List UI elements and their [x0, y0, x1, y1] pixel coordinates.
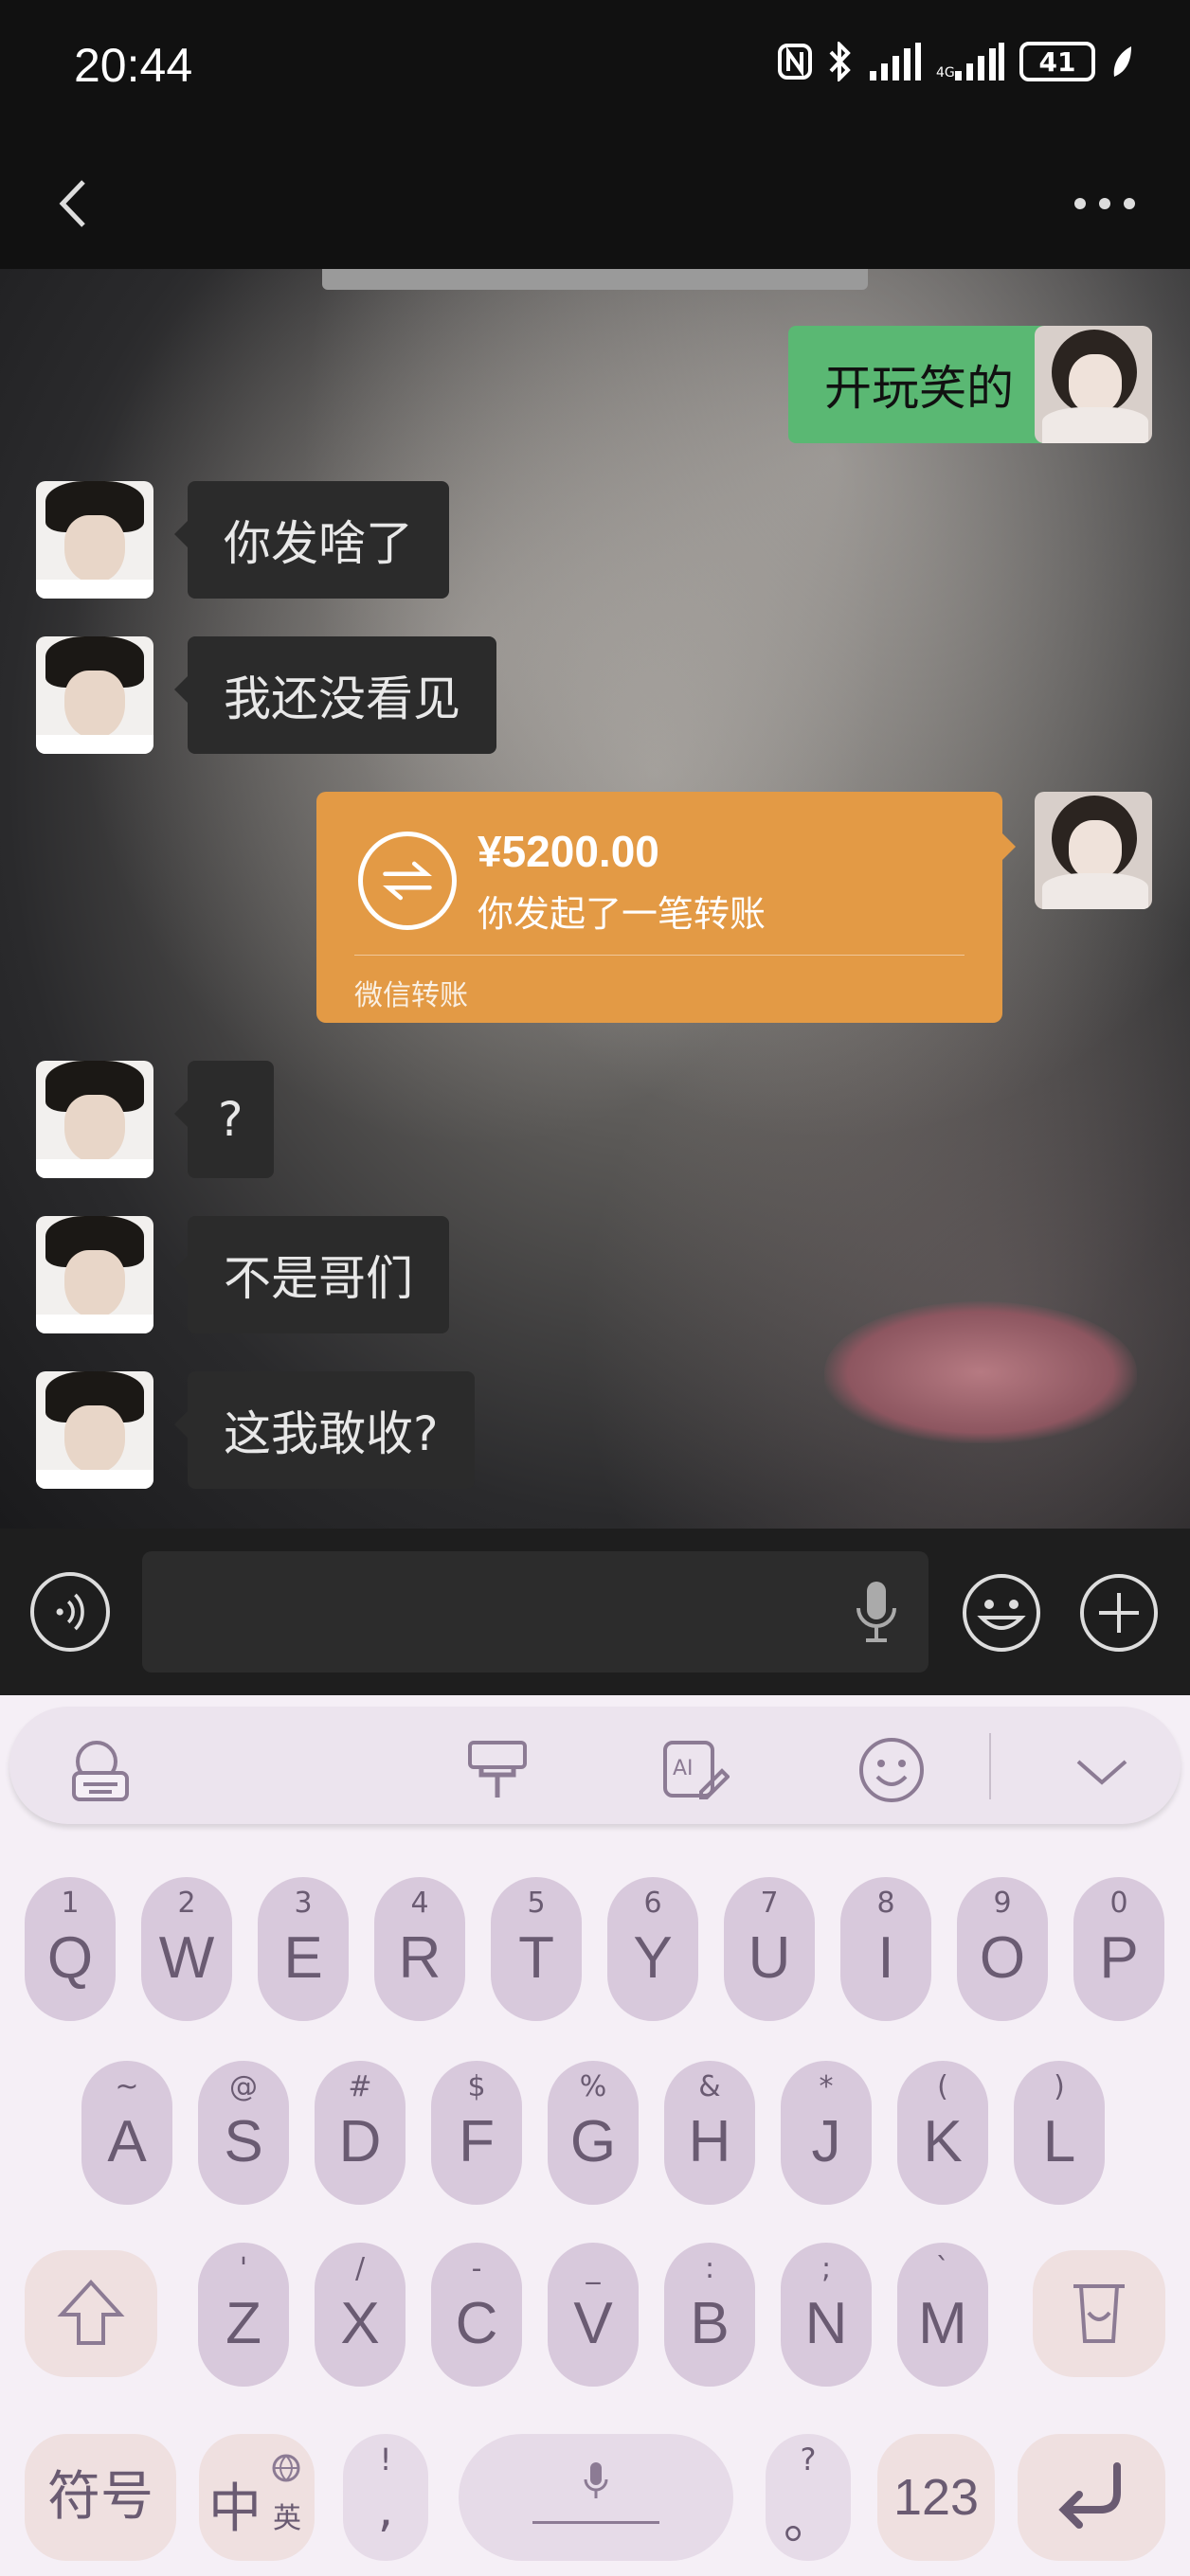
space-key[interactable]	[459, 2434, 733, 2561]
space-bar-line	[532, 2521, 659, 2524]
keyboard-toolbar: AI	[9, 1707, 1181, 1824]
keyboard: AI 1Q 2W 3E 4R 5T 6Y 7U 8I 9O 0P ~ A @ S #…	[0, 1695, 1190, 2576]
key-e[interactable]: 3E	[258, 1877, 349, 2021]
key-l[interactable]: ) L	[1014, 2061, 1105, 2205]
divider	[354, 955, 965, 956]
voice-icon[interactable]	[30, 1572, 110, 1652]
key-j[interactable]: * J	[781, 2061, 872, 2205]
toolbar-divider	[989, 1733, 991, 1799]
chat-area[interactable]: 开玩笑的 你发啥了 我还没看见 ¥5200.00 你发起了一笔转账 微信转账 ?…	[0, 269, 1190, 1529]
transfer-description: 你发起了一笔转账	[478, 893, 766, 935]
message-bubble-in[interactable]: 我还没看见	[174, 636, 496, 754]
key-q[interactable]: 1Q	[25, 1877, 116, 2021]
key-x[interactable]: / X	[315, 2243, 406, 2387]
status-bar: 20:44 4G 41	[0, 0, 1190, 142]
plus-icon[interactable]	[1078, 1572, 1160, 1654]
signal-icon: 4G	[936, 43, 1004, 80]
transfer-card[interactable]: ¥5200.00 你发起了一笔转账 微信转账	[316, 792, 1016, 1023]
keyboard-globe-icon[interactable]	[64, 1735, 135, 1805]
key-t[interactable]: 5T	[491, 1877, 582, 2021]
input-bar	[0, 1529, 1190, 1695]
delete-icon	[1073, 2284, 1125, 2343]
globe-icon	[272, 2454, 300, 2482]
transfer-source: 微信转账	[354, 979, 468, 1012]
avatar[interactable]	[36, 481, 153, 599]
key-w[interactable]: 2W	[141, 1877, 232, 2021]
shift-key[interactable]	[25, 2250, 157, 2377]
avatar[interactable]	[36, 1371, 153, 1489]
enter-key[interactable]	[1018, 2434, 1165, 2561]
return-icon	[1058, 2462, 1121, 2529]
key-n[interactable]: ; N	[781, 2243, 872, 2387]
key-d[interactable]: # D	[315, 2061, 406, 2205]
key-o[interactable]: 9O	[957, 1877, 1048, 2021]
chat-title	[417, 176, 777, 233]
numbers-key[interactable]: 123	[877, 2434, 995, 2561]
key-z[interactable]: ' Z	[198, 2243, 289, 2387]
svg-text:AI: AI	[673, 1757, 694, 1780]
shift-arrow-icon	[57, 2280, 125, 2345]
battery-icon: 41	[1019, 42, 1095, 81]
avatar[interactable]	[36, 636, 153, 754]
symbols-key[interactable]: 符号	[25, 2434, 176, 2561]
mic-icon	[584, 2462, 608, 2498]
delete-key[interactable]	[1033, 2250, 1165, 2377]
chat-header	[0, 142, 1190, 269]
key-u[interactable]: 7U	[724, 1877, 815, 2021]
language-sub-label: 英	[273, 2502, 301, 2535]
key-c[interactable]: -C	[431, 2243, 522, 2387]
partial-message-edge	[322, 269, 868, 290]
avatar[interactable]	[36, 1061, 153, 1178]
key-m[interactable]: ` M	[897, 2243, 988, 2387]
key-b[interactable]: :B	[664, 2243, 755, 2387]
theme-brush-icon[interactable]	[462, 1735, 532, 1805]
chat-background-detail	[824, 1301, 1137, 1443]
emoji-face-icon[interactable]	[856, 1735, 927, 1805]
message-bubble-in[interactable]: 这我敢收?	[174, 1371, 475, 1489]
leaf-icon	[1113, 46, 1131, 77]
battery-level: 41	[1038, 45, 1076, 78]
key-y[interactable]: 6Y	[607, 1877, 698, 2021]
key-s[interactable]: @ S	[198, 2061, 289, 2205]
language-main-label: 中	[208, 2478, 261, 2540]
transfer-arrows-icon	[358, 832, 457, 930]
key-h[interactable]: & H	[664, 2061, 755, 2205]
key-k[interactable]: (K	[897, 2061, 988, 2205]
emoji-icon[interactable]	[961, 1572, 1042, 1654]
key-i[interactable]: 8I	[840, 1877, 931, 2021]
chevron-down-icon[interactable]	[1067, 1735, 1137, 1805]
key-a[interactable]: ~ A	[81, 2061, 172, 2205]
key-g[interactable]: % G	[548, 2061, 639, 2205]
message-bubble-in[interactable]: 你发啥了	[174, 481, 449, 599]
key-p[interactable]: 0P	[1073, 1877, 1164, 2021]
avatar[interactable]	[36, 1216, 153, 1333]
message-bubble-out[interactable]: 开玩笑的	[788, 326, 1063, 443]
comma-key[interactable]: ! ,	[343, 2434, 428, 2561]
status-icons: 4G 41	[777, 42, 1133, 81]
key-v[interactable]: _ V	[548, 2243, 639, 2387]
signal-icon	[870, 43, 921, 80]
transfer-amount: ¥5200.00	[478, 827, 659, 876]
bluetooth-icon	[829, 42, 851, 81]
avatar[interactable]	[1035, 326, 1152, 443]
nfc-icon	[778, 44, 812, 80]
ai-write-icon[interactable]: AI	[659, 1735, 730, 1805]
status-time: 20:44	[74, 39, 193, 92]
period-key[interactable]: ? 。	[766, 2434, 851, 2561]
message-input[interactable]	[142, 1551, 929, 1673]
more-dots-icon[interactable]	[1067, 170, 1143, 237]
svg-text:4G: 4G	[936, 65, 955, 80]
avatar[interactable]	[1035, 792, 1152, 909]
key-f[interactable]: $ F	[431, 2061, 522, 2205]
message-bubble-in[interactable]: ?	[174, 1061, 274, 1178]
message-bubble-in[interactable]: 不是哥们	[174, 1216, 449, 1333]
chevron-left-icon[interactable]	[42, 170, 108, 237]
key-r[interactable]: 4R	[374, 1877, 465, 2021]
language-switch-key[interactable]: 中 英	[199, 2434, 315, 2561]
mic-icon[interactable]	[853, 1578, 900, 1646]
